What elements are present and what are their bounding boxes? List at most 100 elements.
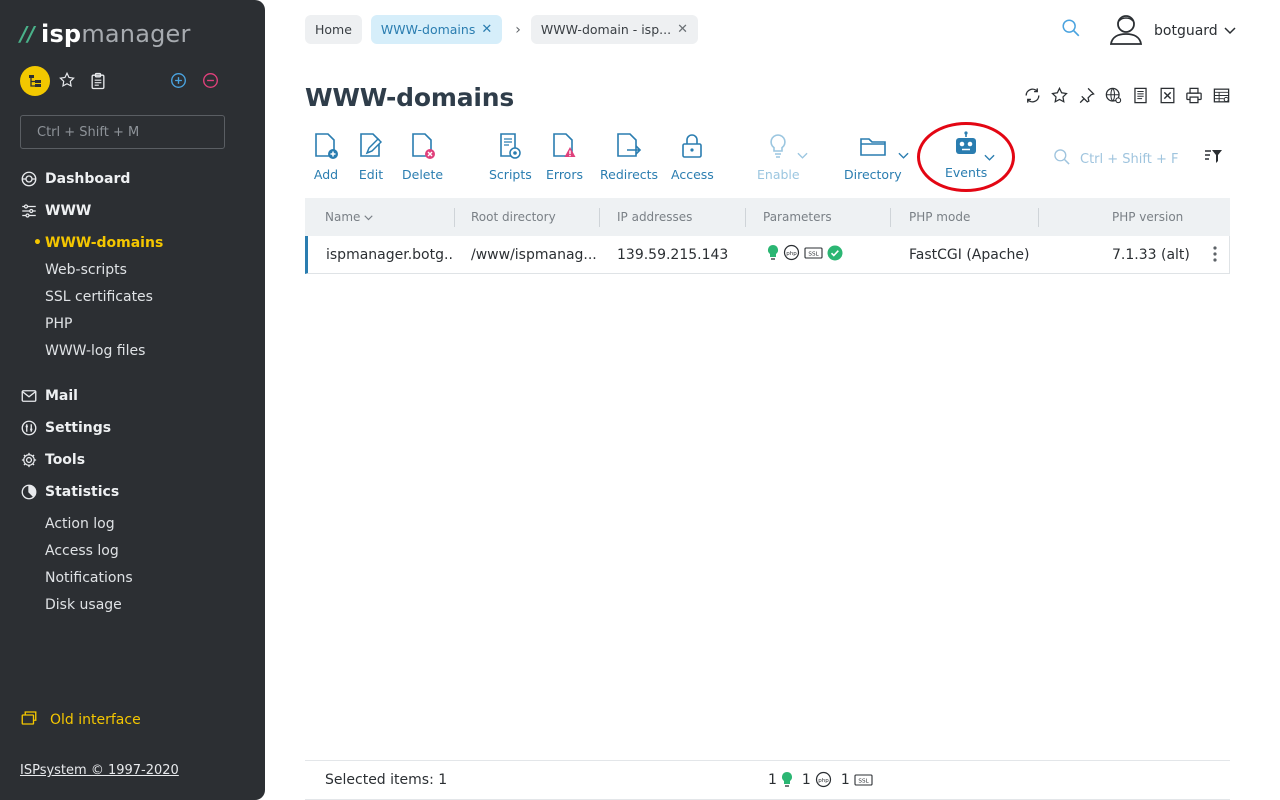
column-header-root-directory[interactable]: Root directory	[471, 198, 556, 236]
copyright-link[interactable]: ISPsystem © 1997-2020	[20, 763, 179, 778]
edit-document-icon	[358, 130, 384, 162]
more-vertical-icon[interactable]	[1213, 246, 1217, 266]
star-icon[interactable]	[1049, 85, 1069, 105]
search-icon[interactable]	[1060, 17, 1082, 43]
sidebar-item-disk-usage[interactable]: Disk usage	[0, 591, 265, 618]
column-divider[interactable]	[454, 208, 455, 227]
mail-icon	[20, 387, 38, 405]
sidebar-item-notifications[interactable]: Notifications	[0, 564, 265, 591]
sidebar-item-tools[interactable]: Tools	[0, 444, 265, 476]
filter-icon[interactable]	[1205, 149, 1223, 169]
delete-document-icon	[410, 130, 436, 162]
sidebar-item-www-domains[interactable]: WWW-domains	[0, 229, 265, 256]
access-button[interactable]: Access	[671, 130, 714, 182]
sidebar-item-php[interactable]: PHP	[0, 310, 265, 337]
sidebar-item-label: Dashboard	[45, 171, 131, 187]
sidebar-item-www-log-files[interactable]: WWW-log files	[0, 337, 265, 364]
breadcrumb-separator: ›	[515, 21, 521, 38]
sidebar-item-settings[interactable]: Settings	[0, 412, 265, 444]
page-actions	[1022, 85, 1238, 105]
breadcrumb-label: Home	[315, 22, 352, 37]
column-divider[interactable]	[599, 208, 600, 227]
sliders-icon	[20, 202, 38, 220]
breadcrumb: Home WWW-domains ✕ › WWW-domain - isp...…	[305, 15, 707, 44]
breadcrumb-www-domains[interactable]: WWW-domains ✕	[370, 15, 503, 44]
cell-root-directory: /www/ispmanag...	[471, 246, 597, 263]
chevron-down-icon[interactable]	[797, 148, 808, 164]
pin-icon[interactable]	[1076, 85, 1096, 105]
printer-icon[interactable]	[1184, 85, 1204, 105]
search-icon	[1052, 147, 1072, 171]
column-header-name[interactable]: Name	[325, 198, 374, 236]
sidebar-item-ssl-certificates[interactable]: SSL certificates	[0, 283, 265, 310]
errors-label: Errors	[546, 167, 583, 182]
table-row[interactable]: ispmanager.botg... /www/ispmanag... 139.…	[305, 236, 1230, 274]
delete-button[interactable]: Delete	[402, 130, 443, 182]
sidebar-search-input[interactable]	[20, 115, 225, 149]
refresh-icon[interactable]	[1022, 85, 1042, 105]
toolbar-search[interactable]	[1052, 147, 1200, 171]
lightbulb-icon	[767, 130, 789, 162]
user-menu[interactable]: botguard	[1108, 12, 1236, 50]
document-list-icon[interactable]	[1130, 85, 1150, 105]
count-lightbulb: 1	[768, 771, 777, 788]
add-button[interactable]: Add	[313, 130, 339, 182]
lightbulb-icon	[781, 771, 793, 788]
clipboard-icon[interactable]	[88, 71, 108, 95]
events-button[interactable]: Events	[945, 128, 987, 180]
scripts-label: Scripts	[489, 167, 532, 182]
sidebar-item-label: WWW	[45, 203, 92, 219]
close-icon[interactable]: ✕	[677, 22, 688, 37]
sidebar-item-dashboard[interactable]: Dashboard	[0, 163, 265, 195]
svg-text:SSL: SSL	[858, 778, 869, 784]
errors-icon	[551, 130, 577, 162]
sidebar-item-web-scripts[interactable]: Web-scripts	[0, 256, 265, 283]
column-header-php-version[interactable]: PHP version	[1112, 198, 1183, 236]
sidebar-item-access-log[interactable]: Access log	[0, 537, 265, 564]
column-header-ip-addresses[interactable]: IP addresses	[617, 198, 692, 236]
close-icon[interactable]: ✕	[481, 22, 492, 37]
column-divider[interactable]	[890, 208, 891, 227]
star-icon[interactable]	[58, 71, 76, 93]
column-divider[interactable]	[1038, 208, 1039, 227]
sidebar-item-action-log[interactable]: Action log	[0, 510, 265, 537]
page-title: WWW-domains	[305, 83, 515, 112]
php-icon: php	[815, 771, 832, 788]
errors-button[interactable]: Errors	[546, 130, 583, 182]
edit-button[interactable]: Edit	[358, 130, 384, 182]
chevron-down-icon[interactable]	[898, 148, 909, 164]
sidebar-item-mail[interactable]: Mail	[0, 380, 265, 412]
tree-icon[interactable]	[20, 66, 50, 96]
scripts-button[interactable]: Scripts	[489, 130, 532, 182]
plus-circle-icon[interactable]	[170, 72, 187, 93]
table-search-input[interactable]	[1080, 151, 1200, 167]
folder-icon	[859, 130, 887, 162]
sidebar-nav: Dashboard WWW WWW-domains Web-scripts SS…	[0, 163, 265, 364]
globe-gear-icon[interactable]	[1103, 85, 1123, 105]
redirects-button[interactable]: Redirects	[600, 130, 658, 182]
events-label: Events	[945, 165, 988, 180]
logo-manager: manager	[81, 20, 191, 48]
sidebar-item-www[interactable]: WWW	[0, 195, 265, 227]
minus-circle-icon[interactable]	[202, 72, 219, 93]
breadcrumb-home[interactable]: Home	[305, 15, 362, 44]
column-header-parameters[interactable]: Parameters	[763, 198, 832, 236]
chevron-down-icon[interactable]	[984, 150, 995, 166]
table-settings-icon[interactable]	[1211, 85, 1231, 105]
enable-button[interactable]: Enable	[757, 130, 800, 182]
count-ssl: 1	[840, 771, 850, 788]
app-logo[interactable]: // isp manager	[20, 19, 191, 49]
redirect-icon	[615, 130, 643, 162]
lightbulb-icon	[767, 244, 779, 265]
cell-parameters: php SSL	[767, 236, 887, 273]
breadcrumb-www-domain-edit[interactable]: WWW-domain - isp... ✕	[530, 15, 698, 44]
directory-label: Directory	[844, 167, 902, 182]
old-interface-link[interactable]: Old interface	[20, 709, 141, 731]
sidebar-item-statistics[interactable]: Statistics	[0, 476, 265, 508]
column-divider[interactable]	[745, 208, 746, 227]
robot-icon	[953, 128, 979, 160]
sidebar-item-label: Settings	[45, 420, 112, 436]
excel-icon[interactable]	[1157, 85, 1177, 105]
column-header-php-mode[interactable]: PHP mode	[909, 198, 970, 236]
directory-button[interactable]: Directory	[844, 130, 902, 182]
